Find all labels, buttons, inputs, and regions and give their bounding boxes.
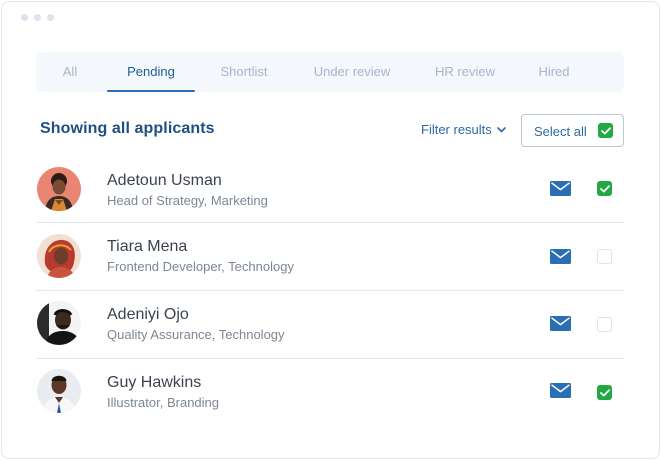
tab-under-review[interactable]: Under review: [306, 52, 398, 92]
select-all-label: Select all: [534, 124, 587, 139]
filter-results-dropdown[interactable]: Filter results: [421, 122, 506, 137]
applicant-checkbox[interactable]: [597, 249, 612, 264]
applicant-row: Guy Hawkins Illustrator, Branding: [36, 359, 624, 427]
tab-pending[interactable]: Pending: [107, 52, 195, 92]
applicant-checkbox[interactable]: [597, 317, 612, 332]
check-icon: [599, 388, 610, 396]
select-all-button[interactable]: Select all: [521, 114, 624, 147]
applicant-name: Adetoun Usman: [107, 172, 222, 189]
applicant-role: Frontend Developer, Technology: [107, 259, 294, 274]
window-dot: [21, 14, 28, 21]
check-icon: [599, 184, 610, 192]
avatar: [37, 167, 81, 211]
window-dot: [34, 14, 41, 21]
mail-icon[interactable]: [550, 181, 571, 201]
page-title: Showing all applicants: [40, 120, 215, 137]
applicant-row: Tiara Mena Frontend Developer, Technolog…: [36, 223, 624, 291]
tab-shortlist[interactable]: Shortlist: [212, 52, 276, 92]
applicant-role: Quality Assurance, Technology: [107, 327, 285, 342]
mail-icon[interactable]: [550, 249, 571, 269]
window-dot: [47, 14, 54, 21]
applicant-row: Adetoun Usman Head of Strategy, Marketin…: [36, 155, 624, 223]
check-icon: [600, 126, 611, 134]
status-tabs: All Pending Shortlist Under review HR re…: [36, 52, 624, 92]
applicant-role: Illustrator, Branding: [107, 395, 220, 410]
tab-hr-review[interactable]: HR review: [429, 52, 501, 92]
mail-icon[interactable]: [550, 383, 571, 403]
select-all-checkbox[interactable]: [598, 123, 613, 138]
applicant-checkbox[interactable]: [597, 385, 612, 400]
applicant-name: Tiara Mena: [107, 238, 188, 255]
window-dots: [21, 14, 54, 21]
tab-hired[interactable]: Hired: [532, 52, 576, 92]
avatar: [37, 369, 81, 413]
avatar: [37, 234, 81, 278]
applicant-name: Guy Hawkins: [107, 374, 202, 391]
tab-all[interactable]: All: [54, 52, 86, 92]
applicant-role: Head of Strategy, Marketing: [107, 193, 268, 208]
filter-results-label: Filter results: [421, 122, 492, 137]
mail-icon[interactable]: [550, 316, 571, 336]
applicant-row: Adeniyi Ojo Quality Assurance, Technolog…: [36, 291, 624, 359]
applicant-name: Adeniyi Ojo: [107, 306, 189, 323]
avatar: [37, 301, 81, 345]
applicant-checkbox[interactable]: [597, 181, 612, 196]
chevron-down-icon: [496, 126, 506, 132]
